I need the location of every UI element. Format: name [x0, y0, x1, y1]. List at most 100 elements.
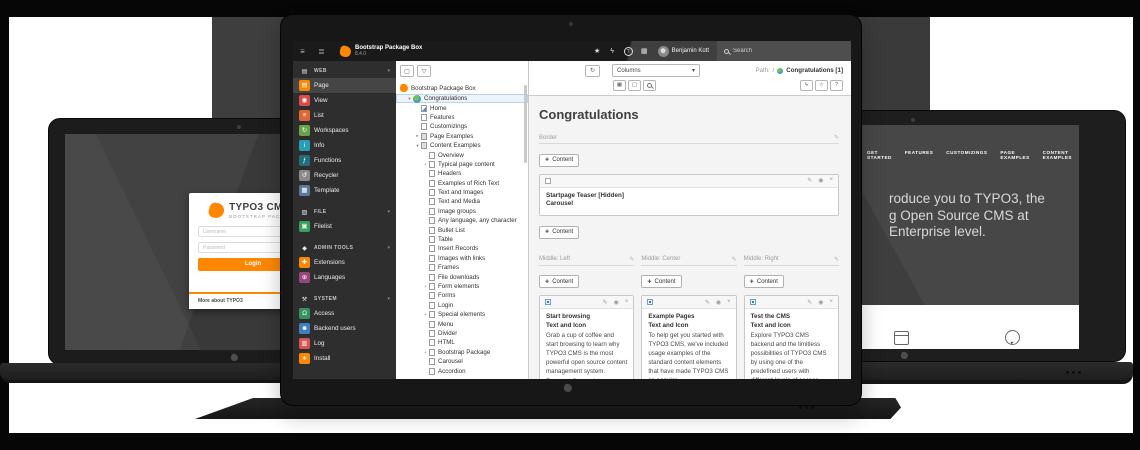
tree-item-images-with-links[interactable]: Images with links — [396, 254, 528, 263]
visibility-icon[interactable]: ◉ — [614, 299, 619, 306]
tree-item-customizings[interactable]: Customizings — [396, 122, 528, 131]
tree-item-login[interactable]: Login — [396, 301, 528, 310]
add-content-button[interactable]: ✚ Content — [539, 226, 579, 239]
checkbox[interactable] — [750, 299, 756, 305]
edit-icon[interactable]: ✎ — [807, 177, 812, 184]
tree-item-typical-page-content[interactable]: +Typical page content — [396, 160, 528, 169]
checkbox[interactable] — [545, 178, 551, 184]
expand-icon[interactable]: + — [422, 312, 429, 317]
module-item-workspaces[interactable]: ↻Workspaces — [293, 123, 396, 138]
delete-icon[interactable]: × — [727, 299, 731, 306]
expand-icon[interactable]: ▸ — [414, 133, 421, 139]
tree-item-divider[interactable]: Divider — [396, 329, 528, 338]
edit-icon[interactable]: ✎ — [834, 134, 839, 141]
tree-item-accordion[interactable]: Accordion — [396, 366, 528, 375]
filter-button[interactable]: ▽ — [417, 65, 431, 77]
tree-item-file-downloads[interactable]: File downloads — [396, 272, 528, 281]
checkbox[interactable] — [545, 299, 551, 305]
module-item-backend-users[interactable]: ☻Backend users — [293, 321, 396, 336]
breadcrumb-page[interactable]: Congratulations [1] — [786, 67, 843, 74]
module-item-filelist[interactable]: ▣Filelist — [293, 219, 396, 234]
tree-item-bootstrap-package[interactable]: +Bootstrap Package — [396, 348, 528, 357]
tree-item-frames[interactable]: Frames — [396, 263, 528, 272]
bookmark-button[interactable]: ☆ — [815, 80, 828, 91]
content-element-card[interactable]: ✎◉×Start browsingText and IconGrab a cup… — [539, 295, 634, 379]
content-element-card[interactable]: ✎◉×Test the CMSText and IconExplore TYPO… — [744, 295, 839, 379]
apps-grid-icon[interactable]: ▦ — [637, 47, 652, 55]
tree-item-overview[interactable]: Overview — [396, 150, 528, 159]
tree-item-insert-records[interactable]: Insert Records — [396, 244, 528, 253]
clear-cache-button[interactable]: ϟ — [800, 80, 813, 91]
menu-collapse-button[interactable]: ≡ — [293, 41, 312, 61]
tree-item-any-language-any-character[interactable]: Any language, any character — [396, 216, 528, 225]
view-mode-button[interactable]: ▦ — [613, 80, 626, 91]
tree-item-carousel[interactable]: Carousel — [396, 357, 528, 366]
module-item-list[interactable]: ≡List — [293, 108, 396, 123]
module-menu-icon[interactable]: ≣ — [312, 41, 331, 61]
tree-item-examples-of-rich-text[interactable]: Examples of Rich Text — [396, 179, 528, 188]
columns-select[interactable]: Columns ▾ — [612, 64, 700, 77]
refresh-button[interactable]: ↻ — [585, 65, 600, 77]
tree-root[interactable]: Bootstrap Package Box — [396, 81, 528, 94]
module-section-admin-tools[interactable]: ◆ADMIN TOOLS▾ — [293, 241, 396, 255]
username-label[interactable]: Benjamin Kott — [672, 48, 709, 54]
expand-icon[interactable]: + — [422, 350, 429, 355]
visibility-icon[interactable]: ◉ — [716, 299, 721, 306]
tree-item-form-elements[interactable]: +Form elements — [396, 282, 528, 291]
content-element-card[interactable]: ✎ ◉ × Startpage Teaser [Hidden] Carousel — [539, 174, 839, 217]
expand-icon[interactable]: + — [422, 284, 429, 289]
tree-item-text-and-media[interactable]: Text and Media — [396, 197, 528, 206]
module-item-access[interactable]: ΩAccess — [293, 306, 396, 321]
module-item-install[interactable]: ∗Install — [293, 351, 396, 366]
module-item-extensions[interactable]: ✚Extensions — [293, 255, 396, 270]
bookmark-star-icon[interactable]: ★ — [590, 47, 605, 55]
search-page-button[interactable] — [643, 80, 656, 91]
content-element-card[interactable]: ✎◉×Example PagesText and IconTo help get… — [641, 295, 736, 379]
tree-item-bullet-list[interactable]: Bullet List — [396, 225, 528, 234]
tree-item-page-examples[interactable]: ▸Page Examples — [396, 132, 528, 141]
edit-icon[interactable]: ✎ — [807, 299, 812, 306]
visibility-icon[interactable]: ◉ — [818, 177, 823, 184]
add-content-button[interactable]: ✚ Content — [539, 154, 579, 167]
nav-item-page-examples[interactable]: PAGE EXAMPLES — [1000, 150, 1029, 160]
delete-icon[interactable]: × — [829, 299, 833, 306]
element-links[interactable]: Features Customizing — [546, 377, 627, 379]
module-item-template[interactable]: ▦Template — [293, 183, 396, 198]
tree-item-forms[interactable]: Forms — [396, 291, 528, 300]
module-item-languages[interactable]: ⊕Languages — [293, 270, 396, 285]
edit-icon[interactable]: ✎ — [705, 299, 710, 306]
help-button[interactable]: ? — [830, 80, 843, 91]
tree-item-menu[interactable]: Menu — [396, 319, 528, 328]
visibility-icon[interactable]: ◉ — [818, 299, 823, 306]
more-about-typo3-link[interactable]: More about TYPO3 — [198, 298, 243, 304]
tree-item-special-elements[interactable]: +Special elements — [396, 310, 528, 319]
expand-icon[interactable]: + — [422, 162, 429, 167]
tree-scrollbar[interactable] — [524, 85, 527, 163]
nav-item-get-started[interactable]: GET STARTED — [867, 150, 892, 160]
tree-item-html[interactable]: HTML — [396, 338, 528, 347]
module-item-info[interactable]: iInfo — [293, 138, 396, 153]
tree-item-image-groups[interactable]: Image groups — [396, 207, 528, 216]
module-item-recycler[interactable]: ↺Recycler — [293, 168, 396, 183]
collapse-icon[interactable]: ▾ — [406, 96, 413, 102]
tree-item-headers[interactable]: Headers — [396, 169, 528, 178]
collapse-icon[interactable]: ▾ — [414, 143, 421, 149]
tree-item-text-and-images[interactable]: Text and Images — [396, 188, 528, 197]
nav-item-customizings[interactable]: CUSTOMIZINGS — [946, 150, 987, 160]
module-item-view[interactable]: ◉View — [293, 93, 396, 108]
cache-bolt-icon[interactable]: ϟ — [605, 48, 620, 55]
edit-icon[interactable]: ✎ — [834, 256, 839, 263]
add-content-button[interactable]: ✚Content — [539, 275, 579, 288]
avatar[interactable]: ☻ — [658, 46, 669, 57]
tree-item-content-examples[interactable]: ▾Content Examples — [396, 141, 528, 150]
new-page-button[interactable]: ▢ — [400, 65, 414, 77]
help-icon[interactable]: ? — [624, 47, 633, 56]
module-section-file[interactable]: ▧FILE▾ — [293, 205, 396, 219]
module-item-functions[interactable]: ƒFunctions — [293, 153, 396, 168]
module-item-log[interactable]: ▥Log — [293, 336, 396, 351]
checkbox[interactable] — [647, 299, 653, 305]
tree-item-table[interactable]: Table — [396, 235, 528, 244]
tree-item-congratulations[interactable]: ▾Congratulations — [396, 94, 528, 103]
tree-item-home[interactable]: Home — [396, 103, 528, 112]
tree-item-features[interactable]: Features — [396, 113, 528, 122]
